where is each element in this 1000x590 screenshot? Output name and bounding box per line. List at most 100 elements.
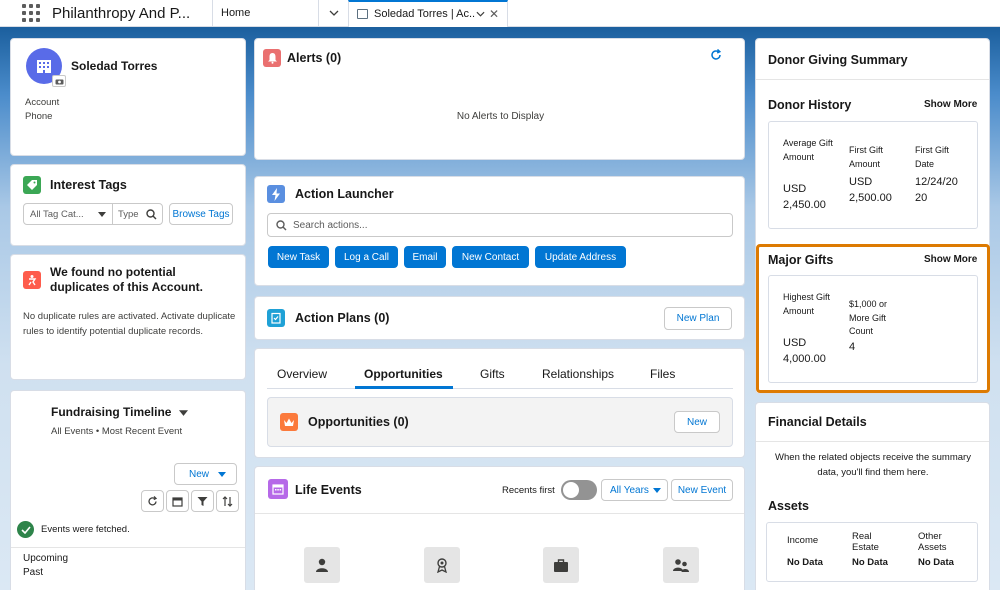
app-launcher-icon[interactable]: [22, 4, 40, 22]
other-assets-value: No Data: [918, 557, 954, 568]
email-button[interactable]: Email: [404, 246, 446, 268]
donor-history-title: Donor History: [768, 98, 852, 112]
real-estate-value: No Data: [852, 557, 888, 568]
filter-button[interactable]: [191, 490, 214, 512]
filter-icon: [197, 496, 208, 506]
chevron-down-icon: [218, 471, 226, 477]
global-header: Philanthropy And P... Home Soledad Torre…: [0, 0, 1000, 27]
chevron-down-icon: [98, 211, 106, 217]
assets-title: Assets: [768, 499, 809, 513]
gift-count-label: $1,000 or More Gift Count: [849, 299, 888, 336]
tab-record-label: Soledad Torres | Ac...: [374, 8, 476, 20]
timeline-menu-chevron-icon[interactable]: [179, 410, 188, 416]
financial-title: Financial Details: [768, 415, 867, 429]
new-plan-button[interactable]: New Plan: [664, 307, 732, 330]
recents-first-label: Recents first: [502, 485, 555, 496]
tab-files[interactable]: Files: [650, 367, 675, 381]
account-label: Account: [25, 97, 60, 108]
briefcase-event-icon: [543, 547, 579, 583]
update-address-button[interactable]: Update Address: [535, 246, 626, 268]
sort-icon: [222, 495, 233, 507]
income-label: Income: [787, 535, 819, 546]
record-tabs-card: Overview Opportunities Gifts Relationshi…: [254, 348, 745, 458]
timeline-divider: [11, 547, 245, 548]
timeline-new-button[interactable]: New: [174, 463, 237, 485]
account-highlights-card: Soledad Torres Account Phone: [10, 38, 246, 156]
alerts-empty-message: No Alerts to Display: [456, 111, 545, 122]
tag-category-select[interactable]: All Tag Cat...: [23, 203, 113, 225]
upcoming-label[interactable]: Upcoming: [23, 553, 68, 564]
first-gift-date-value: 12/24/20 20: [915, 176, 958, 204]
life-events-card: Life Events Recents first All Years New …: [254, 466, 745, 590]
opportunities-title: Opportunities (0): [308, 415, 409, 429]
camera-icon[interactable]: [52, 75, 66, 87]
sort-button[interactable]: [216, 490, 239, 512]
tab-relationships[interactable]: Relationships: [542, 367, 614, 381]
alerts-title: Alerts (0): [287, 51, 342, 65]
action-launcher-card: Action Launcher Search actions... New Ta…: [254, 176, 745, 286]
record-tab-bar: Overview Opportunities Gifts Relationshi…: [267, 349, 733, 389]
past-label[interactable]: Past: [23, 567, 43, 578]
tag-category-placeholder: All Tag Cat...: [30, 208, 84, 220]
calendar-button[interactable]: [166, 490, 189, 512]
tag-type-placeholder: Type: [118, 208, 139, 220]
refresh-icon: [148, 495, 158, 505]
tab-menu-chevron-icon[interactable]: [476, 11, 485, 17]
average-gift-label: Average Gift Amount: [783, 138, 833, 162]
close-tab-icon[interactable]: ✕: [489, 7, 499, 21]
chevron-down-icon: [653, 487, 661, 493]
tab-home-label: Home: [221, 7, 251, 19]
tag-type-input[interactable]: Type: [112, 203, 163, 225]
interest-tags-title: Interest Tags: [50, 178, 127, 192]
action-search-input[interactable]: Search actions...: [267, 213, 733, 237]
nav-menu-chevron-icon[interactable]: [318, 0, 348, 27]
duplicates-card: We found no potential duplicates of this…: [10, 254, 246, 380]
new-contact-button[interactable]: New Contact: [452, 246, 529, 268]
donor-summary-title: Donor Giving Summary: [768, 53, 908, 67]
life-events-title: Life Events: [295, 483, 362, 497]
life-events-divider: [255, 513, 744, 514]
donor-history-show-more[interactable]: Show More: [924, 99, 977, 110]
donor-history-box: Average Gift Amount USD 2,450.00 First G…: [768, 121, 978, 229]
tab-overview[interactable]: Overview: [277, 367, 327, 381]
alerts-refresh-icon[interactable]: [710, 49, 722, 61]
timeline-title: Fundraising Timeline: [51, 405, 172, 419]
opportunities-related-list: Opportunities (0) New: [267, 397, 733, 447]
tab-home[interactable]: Home: [212, 0, 318, 27]
gift-count-value: 4: [849, 341, 856, 353]
life-events-calendar-icon: [268, 479, 288, 499]
tab-account-record[interactable]: Soledad Torres | Ac... ✕: [348, 0, 508, 27]
refresh-button[interactable]: [141, 490, 164, 512]
first-gift-amount-label: First Gift Amount: [849, 145, 883, 169]
highest-gift-value: USD 4,000.00: [783, 337, 826, 365]
events-fetched-message: Events were fetched.: [41, 524, 130, 535]
assets-box: Income No Data Real Estate No Data Other…: [766, 522, 978, 582]
fundraising-timeline-card: Fundraising Timeline All Events • Most R…: [10, 390, 246, 590]
new-task-button[interactable]: New Task: [268, 246, 329, 268]
major-gifts-show-more[interactable]: Show More: [924, 254, 977, 265]
log-a-call-button[interactable]: Log a Call: [335, 246, 398, 268]
tab-opportunities[interactable]: Opportunities: [364, 367, 443, 381]
new-opportunity-button[interactable]: New: [674, 411, 720, 433]
timeline-new-label: New: [189, 468, 210, 480]
award-event-icon: [424, 547, 460, 583]
phone-label: Phone: [25, 111, 53, 122]
all-years-select[interactable]: All Years: [601, 479, 668, 501]
new-event-button[interactable]: New Event: [671, 479, 733, 501]
building-icon: [37, 60, 51, 73]
search-icon[interactable]: [146, 208, 157, 220]
account-tab-icon: [357, 9, 368, 19]
browse-tags-button[interactable]: Browse Tags: [169, 203, 233, 225]
major-gifts-title: Major Gifts: [768, 253, 834, 267]
action-launcher-title: Action Launcher: [295, 187, 394, 201]
tab-gifts[interactable]: Gifts: [480, 367, 505, 381]
recents-first-toggle[interactable]: [561, 480, 597, 500]
all-years-label: All Years: [610, 484, 649, 496]
person-event-icon: [304, 547, 340, 583]
other-assets-label: Other Assets: [918, 531, 947, 553]
tag-icon: [23, 176, 41, 194]
summary-divider: [756, 79, 989, 80]
financial-body: When the related objects receive the sum…: [775, 452, 971, 478]
duplicate-warning-icon: [23, 271, 41, 289]
toggle-knob: [563, 482, 579, 498]
